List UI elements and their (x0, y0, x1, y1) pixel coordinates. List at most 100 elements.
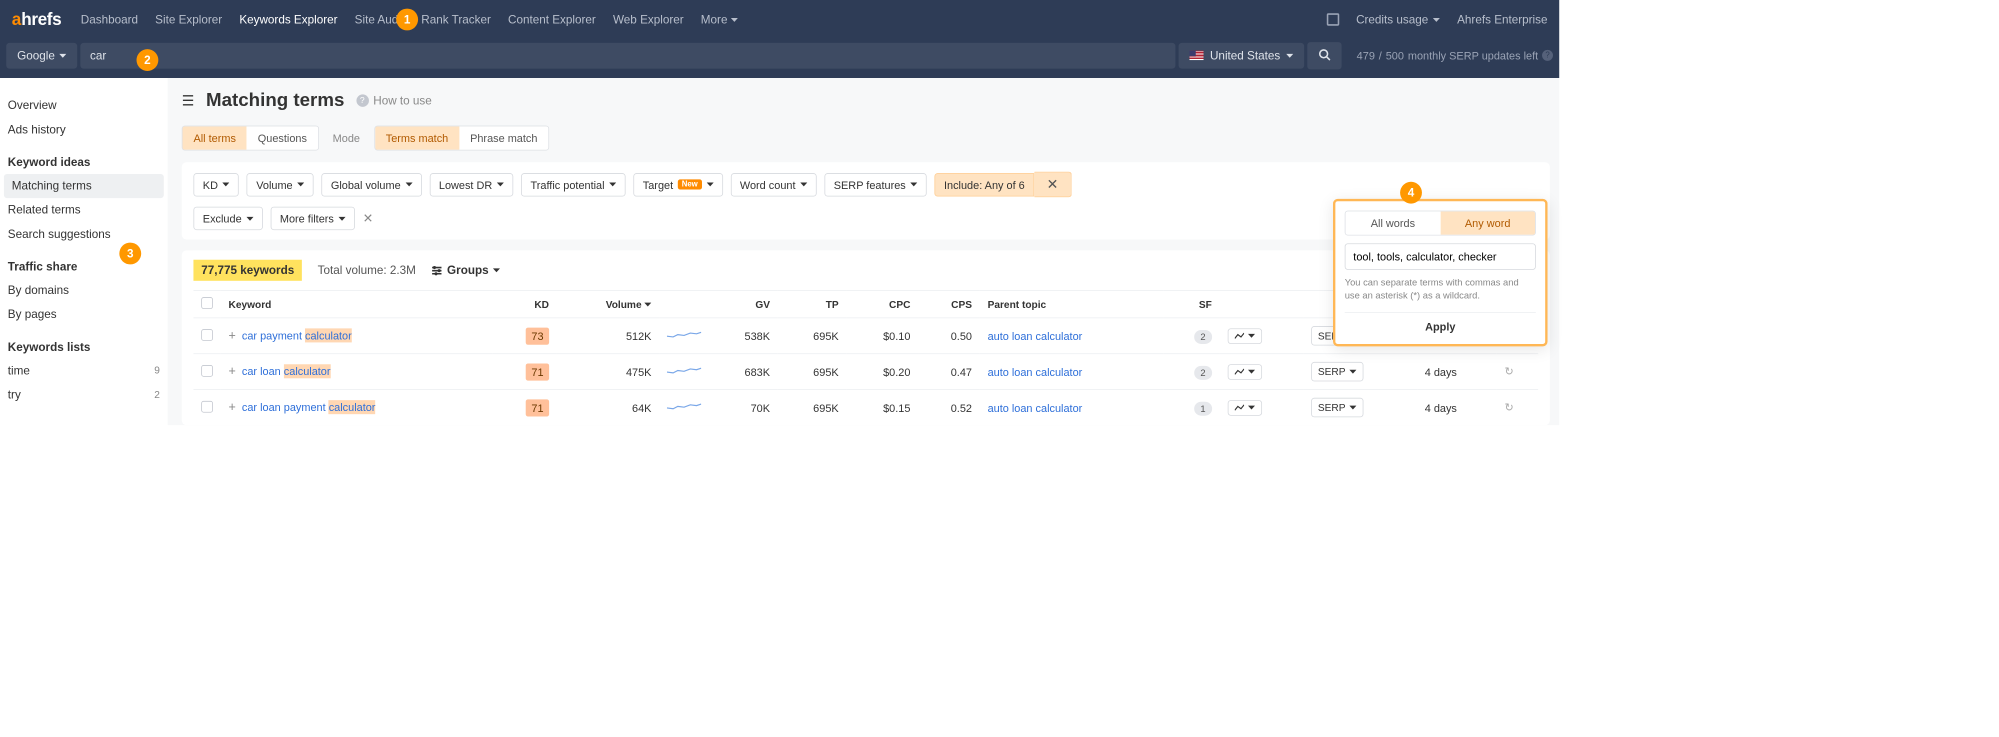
logo[interactable]: ahrefs (12, 9, 62, 29)
refresh-icon[interactable]: ↻ (1505, 365, 1514, 377)
chevron-down-icon (731, 16, 738, 23)
main-content: ☰ Matching terms ? How to use All terms … (168, 78, 1560, 425)
tab-mode-segment: Terms match Phrase match (374, 126, 549, 151)
trend-sparkline (667, 400, 701, 412)
sidebar-item-overview[interactable]: Overview (0, 94, 168, 118)
sliders-icon (431, 265, 442, 276)
sf-badge: 2 (1194, 330, 1212, 344)
trend-button[interactable] (1227, 328, 1261, 344)
sidebar-item-list-try[interactable]: try2 (0, 383, 168, 407)
refresh-icon[interactable]: ↻ (1505, 401, 1514, 413)
expand-icon[interactable]: + (229, 365, 236, 378)
filter-traffic-potential[interactable]: Traffic potential (521, 173, 625, 196)
table-row: + car loan payment calculator 71 64K 70K… (193, 390, 1538, 425)
search-engine-select[interactable]: Google (6, 43, 77, 69)
include-mode-any-word[interactable]: Any word (1440, 211, 1535, 234)
th-cps[interactable]: CPS (918, 291, 980, 318)
groups-button[interactable]: Groups (431, 264, 500, 277)
th-parent[interactable]: Parent topic (980, 291, 1164, 318)
filter-target[interactable]: TargetNew (633, 173, 722, 196)
search-button[interactable] (1308, 42, 1342, 69)
chevron-down-icon (246, 215, 253, 222)
nav-credits-usage[interactable]: Credits usage (1356, 13, 1440, 26)
sidebar-item-related-terms[interactable]: Related terms (0, 198, 168, 222)
parent-topic-link[interactable]: auto loan calculator (988, 330, 1083, 342)
nav-more[interactable]: More (701, 13, 738, 26)
sidebar-toggle-icon[interactable]: ☰ (182, 92, 195, 108)
th-volume[interactable]: Volume (557, 291, 659, 318)
filter-serp-features[interactable]: SERP features (824, 173, 926, 196)
help-icon[interactable]: ? (1542, 50, 1553, 61)
th-keyword[interactable]: Keyword (221, 291, 492, 318)
nav-rank-tracker[interactable]: Rank Tracker (421, 13, 491, 26)
th-tp[interactable]: TP (778, 291, 847, 318)
th-cpc[interactable]: CPC (846, 291, 918, 318)
keyword-link[interactable]: car loan payment calculator (242, 400, 376, 414)
nav-site-explorer[interactable]: Site Explorer (155, 13, 222, 26)
nav-content-explorer[interactable]: Content Explorer (508, 13, 596, 26)
parent-topic-link[interactable]: auto loan calculator (988, 365, 1083, 377)
sidebar-item-ads-history[interactable]: Ads history (0, 118, 168, 142)
sidebar-item-list-time[interactable]: time9 (0, 359, 168, 383)
th-kd[interactable]: KD (492, 291, 557, 318)
callout-4: 4 (1400, 182, 1422, 204)
credits-remaining: 479 / 500 monthly SERP updates left ? (1357, 49, 1553, 61)
chevron-down-icon (60, 52, 67, 59)
appearance-icon[interactable] (1326, 13, 1338, 25)
nav-keywords-explorer[interactable]: Keywords Explorer (239, 13, 337, 26)
sidebar-item-by-pages[interactable]: By pages (0, 303, 168, 327)
chevron-down-icon (1349, 368, 1356, 375)
sidebar-item-matching-terms[interactable]: Matching terms (4, 174, 164, 198)
include-hint: You can separate terms with commas and u… (1345, 276, 1536, 302)
tab-questions[interactable]: Questions (247, 126, 318, 149)
row-checkbox[interactable] (201, 329, 213, 341)
keyword-link[interactable]: car payment calculator (242, 328, 352, 342)
filter-kd[interactable]: KD (193, 173, 239, 196)
tab-terms-match[interactable]: Terms match (375, 126, 459, 149)
filter-exclude[interactable]: Exclude (193, 207, 262, 230)
filter-include-clear[interactable]: ✕ (1034, 172, 1072, 198)
sidebar-item-by-domains[interactable]: By domains (0, 278, 168, 302)
tab-all-terms[interactable]: All terms (183, 126, 247, 149)
trend-button[interactable] (1227, 400, 1261, 416)
kd-badge: 71 (526, 363, 549, 380)
chevron-down-icon (497, 181, 504, 188)
include-mode-all-words[interactable]: All words (1346, 211, 1441, 234)
serp-button[interactable]: SERP (1311, 398, 1364, 418)
filter-volume[interactable]: Volume (247, 173, 314, 196)
row-checkbox[interactable] (201, 401, 213, 413)
cell-gv: 70K (709, 390, 778, 425)
cell-gv: 538K (709, 318, 778, 354)
include-terms-input[interactable] (1345, 243, 1536, 270)
filter-lowest-dr[interactable]: Lowest DR (430, 173, 514, 196)
row-checkbox[interactable] (201, 365, 213, 377)
sidebar: Overview Ads history Keyword ideas Match… (0, 78, 168, 425)
tab-phrase-match[interactable]: Phrase match (459, 126, 548, 149)
country-select[interactable]: United States (1179, 43, 1305, 69)
nav-web-explorer[interactable]: Web Explorer (613, 13, 684, 26)
how-to-use-link[interactable]: ? How to use (356, 94, 432, 107)
trend-button[interactable] (1227, 364, 1261, 380)
table-row: + car loan calculator 71 475K 683K 695K … (193, 354, 1538, 390)
serp-button[interactable]: SERP (1311, 362, 1364, 382)
th-sf[interactable]: SF (1164, 291, 1220, 318)
chevron-down-icon (609, 181, 616, 188)
close-icon: ✕ (1040, 176, 1064, 192)
filter-more[interactable]: More filters (271, 207, 355, 230)
expand-icon[interactable]: + (229, 329, 236, 342)
sidebar-head-keywords-lists: Keywords lists (0, 327, 168, 359)
expand-icon[interactable]: + (229, 401, 236, 414)
sidebar-item-search-suggestions[interactable]: Search suggestions (0, 222, 168, 246)
nav-dashboard[interactable]: Dashboard (81, 13, 138, 26)
select-all-checkbox[interactable] (201, 297, 213, 309)
include-apply-button[interactable]: Apply (1345, 312, 1536, 335)
filter-word-count[interactable]: Word count (731, 173, 817, 196)
filter-include[interactable]: Include: Any of 6 (935, 173, 1034, 196)
nav-plan[interactable]: Ahrefs Enterprise (1457, 13, 1547, 26)
keyword-input[interactable] (81, 43, 1176, 69)
clear-filters-icon[interactable]: ✕ (363, 211, 373, 227)
filter-global-volume[interactable]: Global volume (321, 173, 421, 196)
keyword-link[interactable]: car loan calculator (242, 364, 331, 378)
parent-topic-link[interactable]: auto loan calculator (988, 401, 1083, 413)
th-gv[interactable]: GV (709, 291, 778, 318)
